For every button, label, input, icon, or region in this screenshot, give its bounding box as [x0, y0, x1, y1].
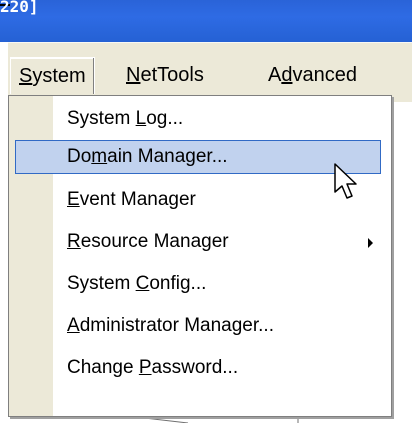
menu-advanced-pre: A [268, 64, 282, 86]
menu-item-resource-manager[interactable]: Resource Manager [15, 225, 381, 259]
menu-item-label: Event Manager [67, 189, 196, 210]
system-dropdown-menu: System Log... Domain Manager... Event Ma… [8, 95, 392, 417]
menu-item-label: System Config... [67, 273, 207, 294]
menu-item-label: Administrator Manager... [67, 315, 274, 336]
mouse-pointer-icon [334, 163, 357, 199]
menu-item-label: System Log... [67, 108, 184, 129]
menu-item-label: Change Password... [67, 357, 239, 378]
menu-advanced-post: vanced [292, 64, 357, 86]
menu-item-label: Domain Manager... [67, 146, 228, 167]
window-left-edge [0, 42, 8, 423]
menu-nettools-post: etTools [140, 64, 204, 86]
menu-item-change-password[interactable]: Change Password... [15, 351, 381, 385]
menu-bar: System NetTools Advanced [8, 42, 412, 103]
menu-advanced[interactable]: Advanced [260, 57, 365, 93]
submenu-arrow-icon [368, 238, 373, 248]
menu-item-event-manager[interactable]: Event Manager [15, 183, 381, 217]
menu-system[interactable]: System [10, 57, 95, 94]
window-title: 220] [0, 0, 39, 16]
menu-nettools[interactable]: NetTools [118, 57, 212, 93]
menu-item-domain-manager[interactable]: Domain Manager... [15, 140, 381, 174]
menu-system-accel: S [19, 65, 33, 87]
menu-system-post: ystem [32, 65, 86, 87]
menu-item-label: Resource Manager [67, 231, 229, 252]
window-title-bar: 220] [0, 0, 412, 42]
menu-nettools-accel: N [126, 64, 141, 86]
menu-item-system-log[interactable]: System Log... [15, 102, 381, 136]
menu-advanced-accel: d [281, 64, 293, 86]
menu-item-system-config[interactable]: System Config... [15, 267, 381, 301]
menu-item-administrator-manager[interactable]: Administrator Manager... [15, 309, 381, 343]
